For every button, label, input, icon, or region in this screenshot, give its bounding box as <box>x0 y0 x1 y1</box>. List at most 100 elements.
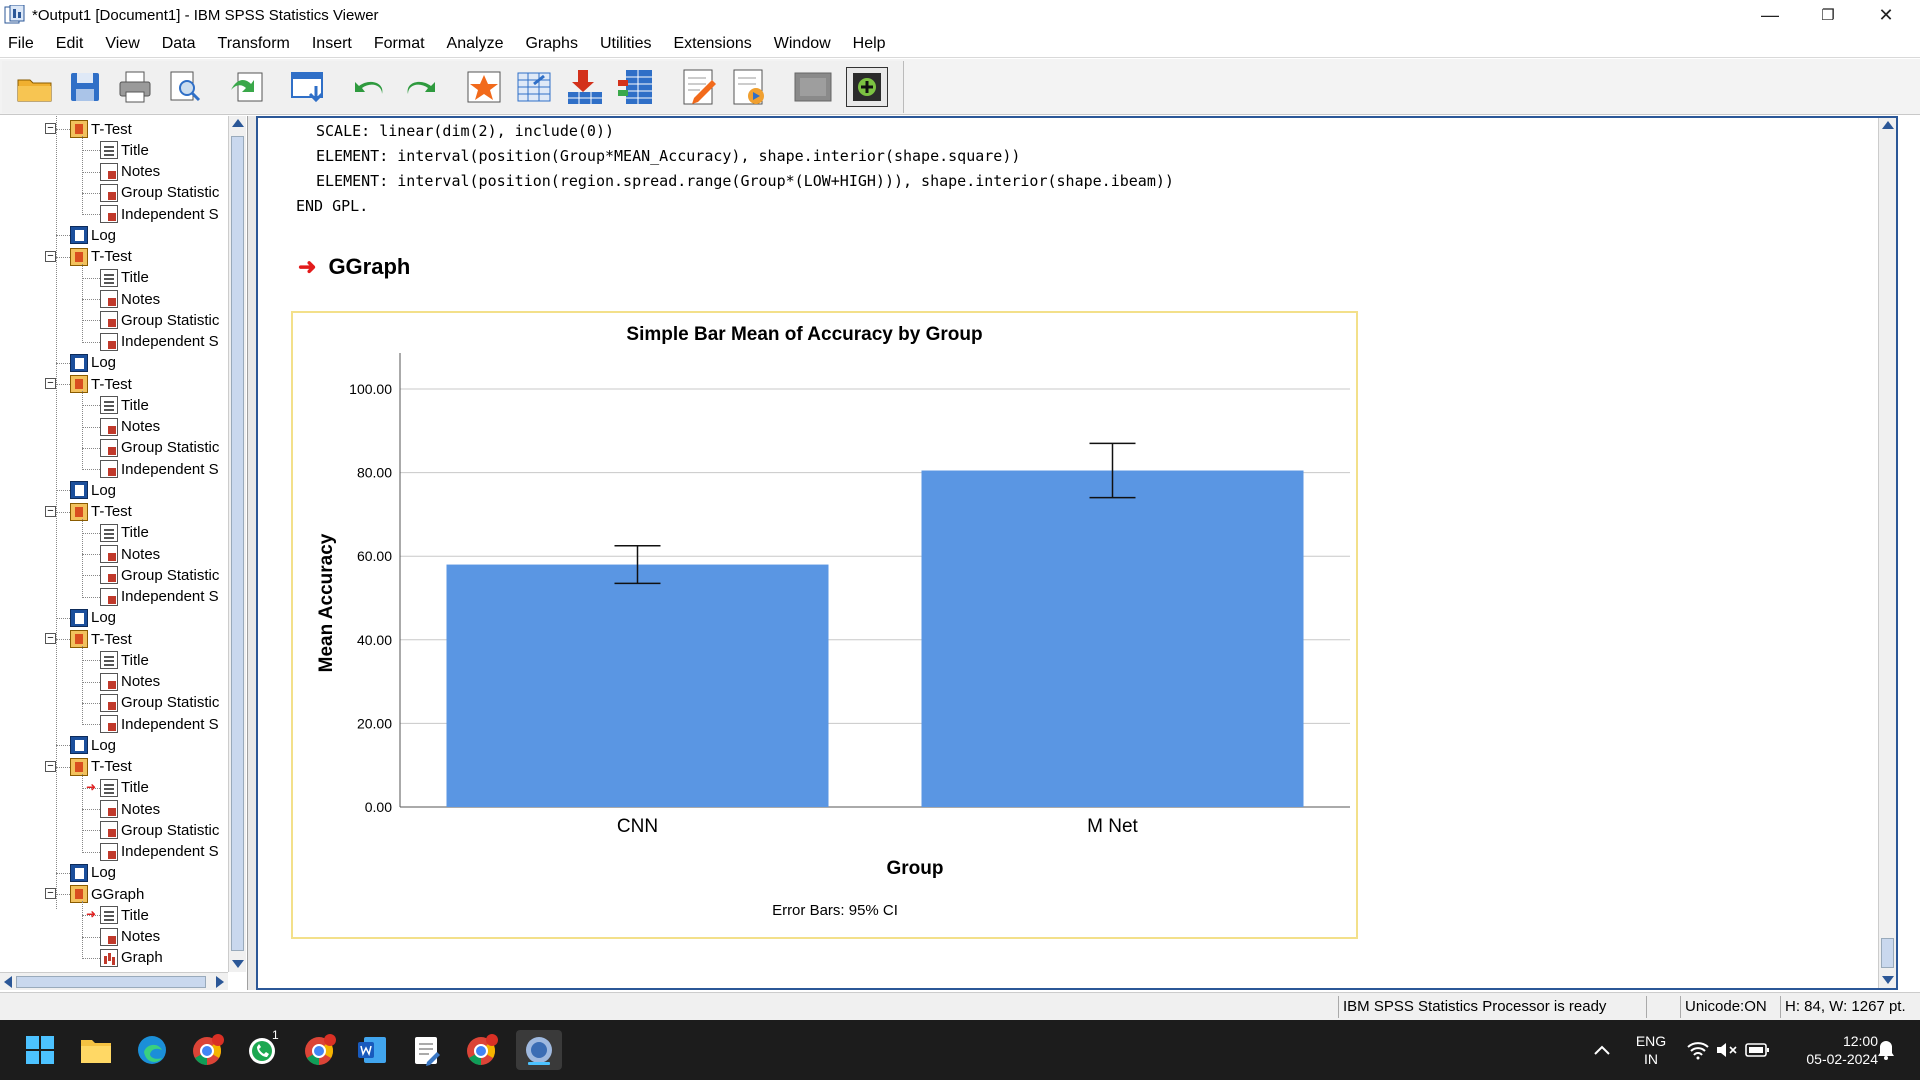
outline-item[interactable]: Title <box>100 650 149 670</box>
outline-item[interactable]: Title <box>100 140 149 160</box>
open-icon[interactable] <box>14 67 56 107</box>
outline-item[interactable]: Title <box>100 905 149 925</box>
outline-item[interactable]: Independent S <box>100 587 219 607</box>
outline-log[interactable]: Log <box>70 480 116 500</box>
outline-item[interactable]: Notes <box>100 544 160 564</box>
outline-log[interactable]: Log <box>70 225 116 245</box>
scroll-left-icon[interactable] <box>4 976 12 988</box>
outline-item[interactable]: Notes <box>100 672 160 692</box>
outline-item[interactable]: Group Statistic <box>100 183 219 203</box>
outline-item[interactable]: Group Statistic <box>100 438 219 458</box>
content-vertical-scrollbar[interactable] <box>1878 118 1896 988</box>
outline-item[interactable]: Group Statistic <box>100 693 219 713</box>
outline-log[interactable]: Log <box>70 353 116 373</box>
script-icon[interactable] <box>728 67 770 107</box>
show-hidden-icons-chevron-icon[interactable] <box>1582 1030 1622 1070</box>
whatsapp-icon[interactable]: 1 <box>244 1028 284 1070</box>
collapse-toggle-icon[interactable]: − <box>45 250 56 262</box>
language-indicator[interactable]: ENG IN <box>1628 1032 1674 1068</box>
outline-item[interactable]: Notes <box>100 417 160 437</box>
outline-item[interactable]: Independent S <box>100 842 219 862</box>
menu-transform[interactable]: Transform <box>209 35 303 53</box>
insert-output-icon[interactable] <box>564 67 606 107</box>
menu-edit[interactable]: Edit <box>47 35 97 53</box>
outline-horizontal-scroll-thumb[interactable] <box>16 976 206 988</box>
pane-splitter[interactable] <box>248 116 256 990</box>
outline-item[interactable]: Independent S <box>100 204 219 224</box>
go-to-case-icon[interactable] <box>514 67 556 107</box>
edit-icon[interactable] <box>678 67 720 107</box>
scroll-down-icon[interactable] <box>232 960 244 968</box>
outline-horizontal-scrollbar[interactable] <box>0 972 228 990</box>
outline-item[interactable]: Notes <box>100 799 160 819</box>
redo-icon[interactable] <box>400 67 442 107</box>
menu-graphs[interactable]: Graphs <box>516 35 590 53</box>
go-to-data-icon[interactable] <box>288 67 330 107</box>
outline-log[interactable]: Log <box>70 608 116 628</box>
collapse-toggle-icon[interactable]: − <box>45 378 56 389</box>
designate-window-icon[interactable] <box>464 67 506 107</box>
word-icon[interactable] <box>352 1030 392 1070</box>
notification-bell-icon[interactable] <box>1866 1030 1906 1070</box>
outline-item[interactable]: Notes <box>100 289 160 309</box>
collapse-toggle-icon[interactable]: − <box>45 123 56 134</box>
menu-utilities[interactable]: Utilities <box>591 35 665 53</box>
outline-item[interactable]: Title <box>100 523 149 543</box>
chart-frame[interactable]: Simple Bar Mean of Accuracy by Group 0.00… <box>291 311 1358 939</box>
outline-group[interactable]: T-Test <box>70 119 132 139</box>
outline-item[interactable]: Notes <box>100 162 160 182</box>
windows-start-icon[interactable] <box>20 1030 60 1070</box>
clock[interactable]: 12:00 05-02-2024 <box>1778 1032 1878 1068</box>
print-preview-icon[interactable] <box>164 67 206 107</box>
outline-item[interactable]: Graph <box>100 948 163 968</box>
outline-group[interactable]: T-Test <box>70 247 132 267</box>
scroll-up-icon[interactable] <box>1882 121 1894 129</box>
section-heading[interactable]: ➜ GGraph <box>298 254 410 280</box>
outline-item[interactable]: Independent S <box>100 332 219 352</box>
outline-group[interactable]: T-Test <box>70 629 132 649</box>
outline-group[interactable]: T-Test <box>70 374 132 394</box>
menu-format[interactable]: Format <box>365 35 438 53</box>
outline-item[interactable]: Group Statistic <box>100 565 219 585</box>
scroll-down-icon[interactable] <box>1882 976 1894 984</box>
menu-help[interactable]: Help <box>844 35 899 53</box>
menu-analyze[interactable]: Analyze <box>438 35 517 53</box>
collapse-toggle-icon[interactable]: − <box>45 633 56 644</box>
insert-text-icon[interactable] <box>846 67 888 107</box>
outline-log[interactable]: Log <box>70 735 116 755</box>
outline-vertical-scroll-thumb[interactable] <box>231 136 244 951</box>
chrome-alt-icon[interactable] <box>462 1030 502 1070</box>
menu-file[interactable]: File <box>0 35 47 53</box>
scroll-up-icon[interactable] <box>232 119 244 127</box>
maximize-button[interactable]: ❐ <box>1800 0 1856 30</box>
outline-vertical-scrollbar[interactable] <box>228 116 246 972</box>
outline-group[interactable]: T-Test <box>70 502 132 522</box>
menu-window[interactable]: Window <box>765 35 844 53</box>
stop-icon[interactable] <box>792 67 834 107</box>
menu-view[interactable]: View <box>96 35 152 53</box>
scroll-right-icon[interactable] <box>216 976 224 988</box>
collapse-toggle-icon[interactable]: − <box>45 888 56 899</box>
minimize-button[interactable]: — <box>1742 0 1798 30</box>
chrome-profile-icon[interactable] <box>300 1030 340 1070</box>
edge-browser-icon[interactable] <box>132 1030 172 1070</box>
collapse-toggle-icon[interactable]: − <box>45 760 56 772</box>
outline-item[interactable]: Title <box>100 395 149 415</box>
outline-group[interactable]: T-Test <box>70 757 132 777</box>
outline-item[interactable]: Group Statistic <box>100 310 219 330</box>
variables-icon[interactable] <box>614 67 656 107</box>
menu-data[interactable]: Data <box>153 35 209 53</box>
spss-taskbar-icon[interactable] <box>516 1030 562 1070</box>
outline-item[interactable]: Title <box>100 778 149 798</box>
battery-icon[interactable] <box>1738 1030 1778 1070</box>
outline-item[interactable]: Group Statistic <box>100 820 219 840</box>
undo-icon[interactable] <box>350 67 392 107</box>
menu-insert[interactable]: Insert <box>303 35 365 53</box>
close-button[interactable]: ✕ <box>1858 0 1914 30</box>
outline-item[interactable]: Title <box>100 268 149 288</box>
export-icon[interactable] <box>226 67 268 107</box>
chrome-icon[interactable] <box>188 1030 228 1070</box>
outline-item[interactable]: Independent S <box>100 459 219 479</box>
print-icon[interactable] <box>114 67 156 107</box>
save-icon[interactable] <box>64 67 106 107</box>
